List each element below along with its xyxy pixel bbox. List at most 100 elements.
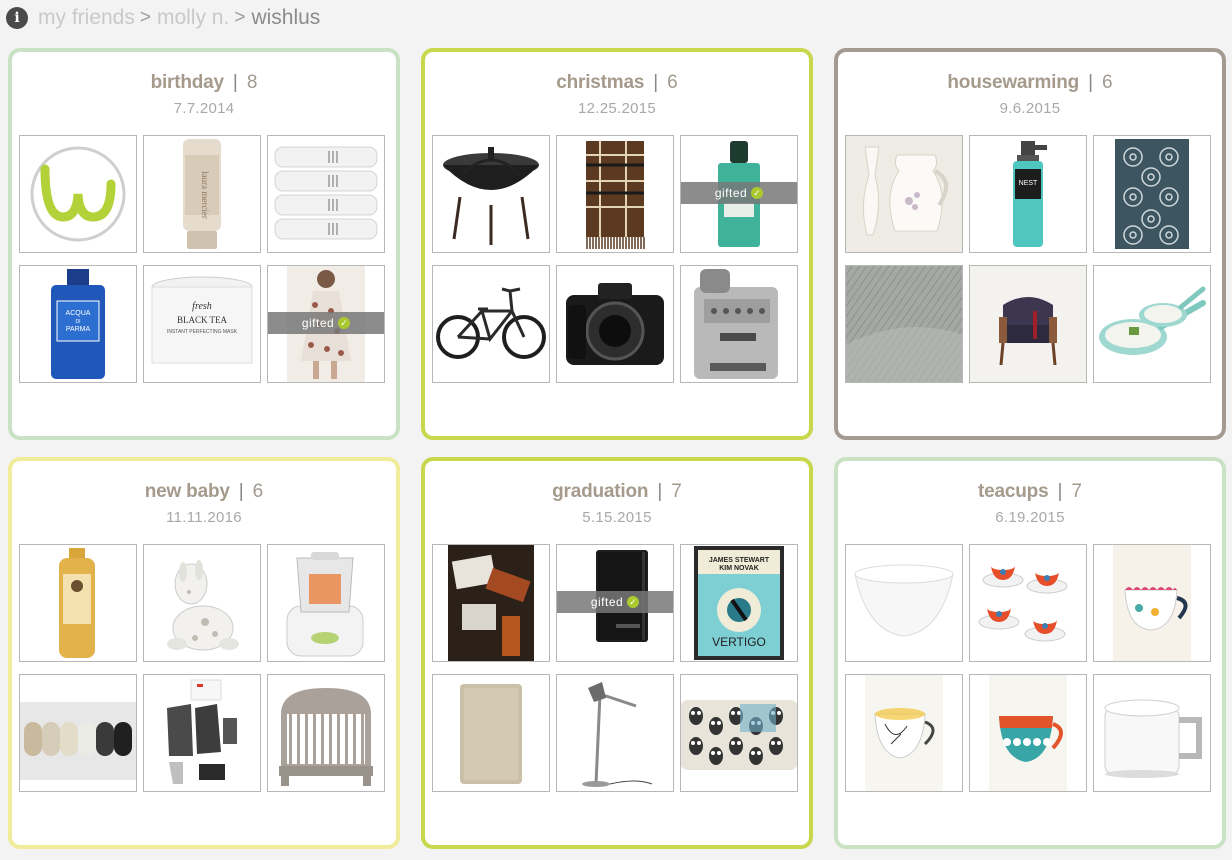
card-name[interactable]: christmas bbox=[556, 72, 644, 94]
item-tile[interactable] bbox=[680, 265, 798, 383]
plush-giraffe-icon bbox=[144, 545, 260, 661]
item-tile[interactable] bbox=[1093, 135, 1211, 253]
check-icon: ✓ bbox=[627, 596, 640, 608]
face-mask-jar-icon: fresh BLACK TEA INSTANT PERFECTING MASK bbox=[144, 266, 260, 382]
item-tile[interactable]: ACQUA DI PARMA bbox=[19, 265, 137, 383]
item-tile[interactable] bbox=[267, 135, 385, 253]
scalloped-teacup-icon bbox=[1094, 545, 1210, 661]
dslr-camera-icon bbox=[557, 266, 673, 382]
item-tile[interactable] bbox=[267, 674, 385, 792]
item-tile[interactable] bbox=[845, 544, 963, 662]
item-count: 6 bbox=[252, 481, 264, 502]
card-header: graduation | 7 5.15.2015 bbox=[425, 461, 809, 526]
item-tile[interactable]: gifted ✓ bbox=[556, 544, 674, 662]
info-icon[interactable]: i bbox=[6, 7, 28, 29]
item-tile[interactable] bbox=[267, 544, 385, 662]
wishlist-card-new-baby[interactable]: new baby | 6 11.11.2016 bbox=[8, 457, 400, 849]
card-name[interactable]: housewarming bbox=[947, 72, 1079, 94]
item-tile[interactable] bbox=[143, 674, 261, 792]
cologne-bottle-icon: ACQUA DI PARMA bbox=[20, 266, 136, 382]
gifted-badge: gifted ✓ bbox=[681, 182, 797, 204]
item-tile[interactable] bbox=[19, 135, 137, 253]
wishlist-card-christmas[interactable]: christmas | 6 12.25.2015 gifted ✓ bbox=[421, 48, 813, 440]
item-tile[interactable] bbox=[432, 544, 550, 662]
item-tile[interactable]: NEST bbox=[969, 135, 1087, 253]
item-tile[interactable] bbox=[845, 135, 963, 253]
item-count: 7 bbox=[671, 481, 682, 502]
card-name[interactable]: graduation bbox=[552, 481, 648, 503]
laptop-sleeve-icon bbox=[681, 675, 797, 791]
painted-teacup-icon bbox=[846, 675, 962, 791]
plaid-scarf-icon bbox=[557, 136, 673, 252]
card-title: christmas | 6 bbox=[425, 72, 809, 94]
item-tile[interactable] bbox=[845, 265, 963, 383]
item-grid bbox=[845, 544, 1211, 792]
espresso-machine-icon bbox=[681, 266, 797, 382]
cosmetic-tube-icon: laura mercier bbox=[144, 136, 260, 252]
title-divider: | bbox=[653, 72, 659, 93]
wishlist-card-graduation[interactable]: graduation | 7 5.15.2015 gifted ✓ JAMES S… bbox=[421, 457, 813, 849]
svg-text:BLACK TEA: BLACK TEA bbox=[177, 315, 228, 325]
breadcrumb-current-page: wishlus bbox=[251, 6, 321, 29]
wishlist-card-birthday[interactable]: birthday | 8 7.7.2014 laura mercier ACQU… bbox=[8, 48, 400, 440]
item-tile[interactable]: gifted ✓ bbox=[267, 265, 385, 383]
item-tile[interactable] bbox=[969, 265, 1087, 383]
card-name[interactable]: teacups bbox=[978, 481, 1049, 503]
breadcrumb-molly-n[interactable]: molly n. bbox=[157, 6, 229, 30]
floral-rug-icon bbox=[1094, 136, 1210, 252]
card-name[interactable]: birthday bbox=[151, 72, 225, 94]
card-title: new baby | 6 bbox=[12, 481, 396, 503]
item-tile[interactable] bbox=[845, 674, 963, 792]
floor-lamp-icon bbox=[557, 675, 673, 791]
title-divider: | bbox=[238, 481, 244, 502]
item-tile[interactable] bbox=[969, 674, 1087, 792]
item-tile[interactable] bbox=[432, 135, 550, 253]
svg-text:PARMA: PARMA bbox=[66, 326, 91, 333]
soap-dispenser-icon: NEST bbox=[970, 136, 1086, 252]
item-tile[interactable]: fresh BLACK TEA INSTANT PERFECTING MASK bbox=[143, 265, 261, 383]
item-tile[interactable] bbox=[19, 544, 137, 662]
breadcrumb-my-friends[interactable]: my friends bbox=[38, 6, 135, 30]
svg-text:fresh: fresh bbox=[192, 301, 212, 312]
crib-icon bbox=[268, 675, 384, 791]
item-tile[interactable] bbox=[680, 674, 798, 792]
item-tile[interactable]: JAMES STEWART KIM NOVAK VERTIGO bbox=[680, 544, 798, 662]
item-tile[interactable]: gifted ✓ bbox=[680, 135, 798, 253]
item-grid: laura mercier ACQUA DI PARMA fresh BLACK TE… bbox=[19, 135, 385, 383]
item-count: 6 bbox=[1102, 72, 1113, 93]
title-divider: | bbox=[232, 72, 238, 93]
card-date: 6.19.2015 bbox=[995, 509, 1065, 526]
item-tile[interactable] bbox=[143, 544, 261, 662]
item-tile[interactable] bbox=[1093, 544, 1211, 662]
fire-pit-icon bbox=[433, 136, 549, 252]
towels-icon bbox=[268, 136, 384, 252]
item-count: 8 bbox=[246, 72, 258, 93]
item-tile[interactable] bbox=[969, 544, 1087, 662]
frying-pans-icon bbox=[1094, 266, 1210, 382]
item-tile[interactable] bbox=[556, 265, 674, 383]
wishlist-card-teacups[interactable]: teacups | 7 6.19.2015 bbox=[834, 457, 1226, 849]
card-header: birthday | 8 7.7.2014 bbox=[12, 52, 396, 117]
card-name[interactable]: new baby bbox=[145, 481, 230, 503]
card-title: housewarming | 6 bbox=[838, 72, 1222, 94]
card-date: 12.25.2015 bbox=[577, 100, 657, 117]
svg-text:ACQUA: ACQUA bbox=[66, 310, 91, 317]
bath-mat-icon bbox=[433, 675, 549, 791]
svg-text:INSTANT PERFECTING MASK: INSTANT PERFECTING MASK bbox=[167, 329, 238, 335]
svg-text:JAMES STEWART: JAMES STEWART bbox=[709, 557, 770, 564]
item-tile[interactable]: laura mercier bbox=[143, 135, 261, 253]
item-tile[interactable] bbox=[19, 674, 137, 792]
item-tile[interactable] bbox=[432, 265, 550, 383]
armchair-icon bbox=[970, 266, 1086, 382]
item-tile[interactable] bbox=[556, 135, 674, 253]
white-mug-icon bbox=[1094, 675, 1210, 791]
item-tile[interactable] bbox=[1093, 265, 1211, 383]
item-tile[interactable] bbox=[1093, 674, 1211, 792]
item-tile[interactable] bbox=[432, 674, 550, 792]
svg-text:VERTIGO: VERTIGO bbox=[712, 635, 766, 649]
item-tile[interactable] bbox=[556, 674, 674, 792]
baby-wash-bottle-icon bbox=[20, 545, 136, 661]
item-grid: gifted ✓ JAMES STEWART KIM NOVAK VERTIGO bbox=[432, 544, 798, 792]
item-grid: gifted ✓ bbox=[432, 135, 798, 383]
wishlist-card-housewarming[interactable]: housewarming | 6 9.6.2015 NEST bbox=[834, 48, 1226, 440]
